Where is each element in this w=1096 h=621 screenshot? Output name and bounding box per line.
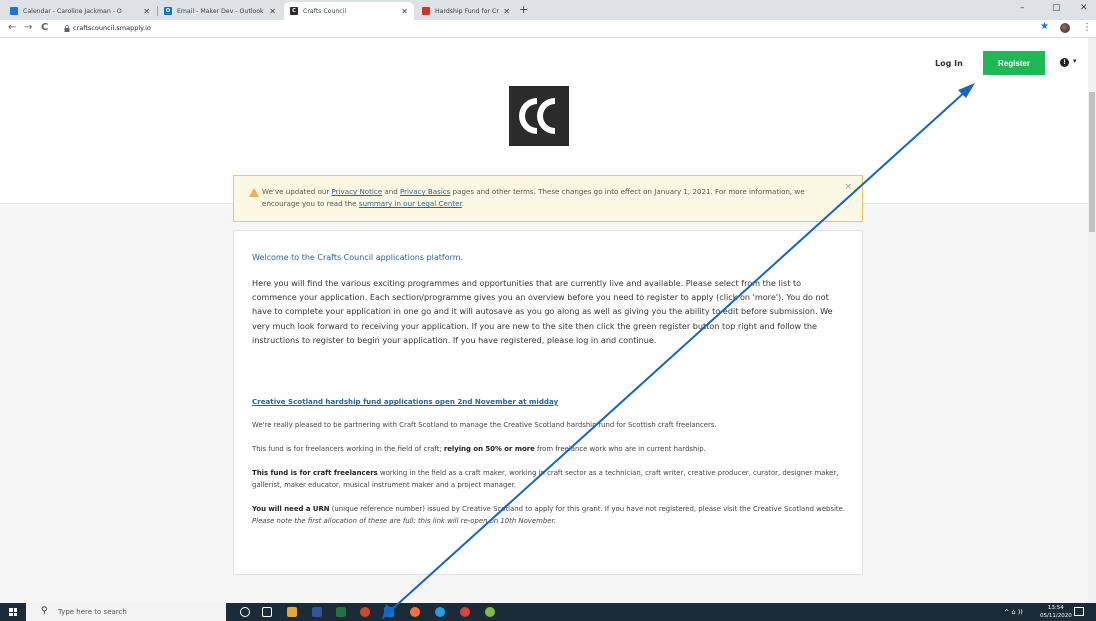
excel-icon[interactable] — [336, 607, 346, 617]
crafts-council-icon: C — [290, 7, 298, 15]
minimize-button[interactable]: – — [1020, 3, 1025, 13]
intro-paragraph: Here you will find the various exciting … — [252, 278, 833, 345]
profile-avatar[interactable] — [1060, 23, 1070, 33]
close-tab-icon[interactable]: ✕ — [401, 7, 408, 16]
bookmark-star-icon[interactable]: ★ — [1040, 21, 1049, 32]
close-icon[interactable]: × — [844, 182, 852, 192]
hardship-fund-icon — [422, 7, 430, 15]
clock-date: 05/11/2020 — [1040, 613, 1072, 619]
clock[interactable]: 13:54 05/11/2020 — [1040, 604, 1072, 620]
content-card: Welcome to the Crafts Council applicatio… — [233, 230, 863, 575]
login-link[interactable]: Log In — [935, 59, 963, 68]
browser-toolbar: ← → C craftscouncil.smapply.io ★ ⋮ — [0, 20, 1096, 38]
close-tab-icon[interactable]: ✕ — [143, 7, 150, 16]
app-icon[interactable] — [485, 607, 495, 617]
tab-title: Hardship Fund for Creative Freel — [435, 7, 499, 15]
system-tray[interactable]: ^ ⌂ )) — [1004, 608, 1023, 616]
cortana-icon[interactable] — [240, 607, 250, 617]
paragraph-roles: This fund is for craft freelancers worki… — [252, 469, 839, 489]
browser-tab-strip: Calendar - Caroline Jackman - O ✕ O Emai… — [0, 0, 1096, 20]
browser-menu-icon[interactable]: ⋮ — [1082, 22, 1092, 33]
tab-title: Calendar - Caroline Jackman - O — [23, 7, 122, 15]
privacy-banner: We've updated our Privacy Notice and Pri… — [233, 175, 863, 222]
crafts-council-logo — [509, 86, 569, 146]
tab-calendar[interactable]: Calendar - Caroline Jackman - O ✕ — [4, 2, 156, 20]
windows-taskbar: ⚲ Type here to search ^ ⌂ )) 13:54 05/11… — [0, 603, 1096, 621]
new-tab-button[interactable]: + — [519, 3, 528, 16]
word-icon[interactable] — [312, 607, 322, 617]
privacy-notice-link[interactable]: Privacy Notice — [332, 187, 383, 196]
paragraph-eligibility: This fund is for freelancers working in … — [252, 445, 706, 453]
banner-text: We've updated our Privacy Notice and Pri… — [262, 187, 805, 208]
chrome-icon[interactable] — [460, 607, 470, 617]
welcome-heading: Welcome to the Crafts Council applicatio… — [252, 253, 464, 262]
paragraph-partnership: We're really pleased to be partnering wi… — [252, 421, 717, 429]
info-icon[interactable]: ! — [1060, 58, 1069, 67]
address-bar[interactable]: craftscouncil.smapply.io — [73, 24, 151, 32]
windows-start-icon[interactable] — [9, 608, 17, 616]
close-tab-icon[interactable]: ✕ — [503, 7, 510, 16]
back-button[interactable]: ← — [8, 22, 16, 33]
search-placeholder: Type here to search — [58, 608, 127, 616]
chevron-down-icon[interactable]: ▾ — [1073, 57, 1077, 65]
close-window-button[interactable]: ✕ — [1080, 3, 1088, 13]
firefox-icon[interactable] — [410, 607, 420, 617]
file-explorer-icon[interactable] — [287, 607, 297, 617]
tab-hardship-fund[interactable]: Hardship Fund for Creative Freel ✕ — [416, 2, 516, 20]
outlook-taskbar-icon[interactable] — [384, 607, 394, 617]
notification-icon[interactable] — [1074, 607, 1084, 616]
maximize-button[interactable]: ▢ — [1052, 3, 1061, 13]
hardship-fund-link[interactable]: Creative Scotland hardship fund applicat… — [252, 397, 558, 406]
register-button[interactable]: Register — [983, 51, 1045, 75]
calendar-icon — [10, 7, 18, 15]
task-view-icon[interactable] — [262, 607, 272, 617]
lock-icon — [64, 25, 70, 32]
tab-title: Crafts Council — [303, 7, 347, 15]
forward-button[interactable]: → — [24, 22, 32, 33]
privacy-basics-link[interactable]: Privacy Basics — [400, 187, 450, 196]
search-icon: ⚲ — [41, 606, 48, 616]
tab-outlook[interactable]: O Email - Maker Dev - Outlook ✕ — [158, 2, 282, 20]
reload-button[interactable]: C — [41, 22, 48, 33]
tab-title: Email - Maker Dev - Outlook — [177, 7, 264, 15]
tab-crafts-council[interactable]: C Crafts Council ✕ — [284, 2, 414, 20]
paragraph-urn: You will need a URN (unique reference nu… — [252, 505, 846, 525]
clock-time: 13:54 — [1047, 605, 1064, 611]
outlook-icon: O — [164, 7, 172, 15]
legal-summary-link[interactable]: summary in our Legal Center — [359, 199, 462, 208]
warning-icon — [249, 188, 259, 197]
scrollbar-thumb[interactable] — [1089, 92, 1095, 232]
close-tab-icon[interactable]: ✕ — [269, 7, 276, 16]
edge-icon[interactable] — [435, 607, 445, 617]
powerpoint-icon[interactable] — [360, 607, 370, 617]
cc-logo-icon — [519, 98, 555, 134]
